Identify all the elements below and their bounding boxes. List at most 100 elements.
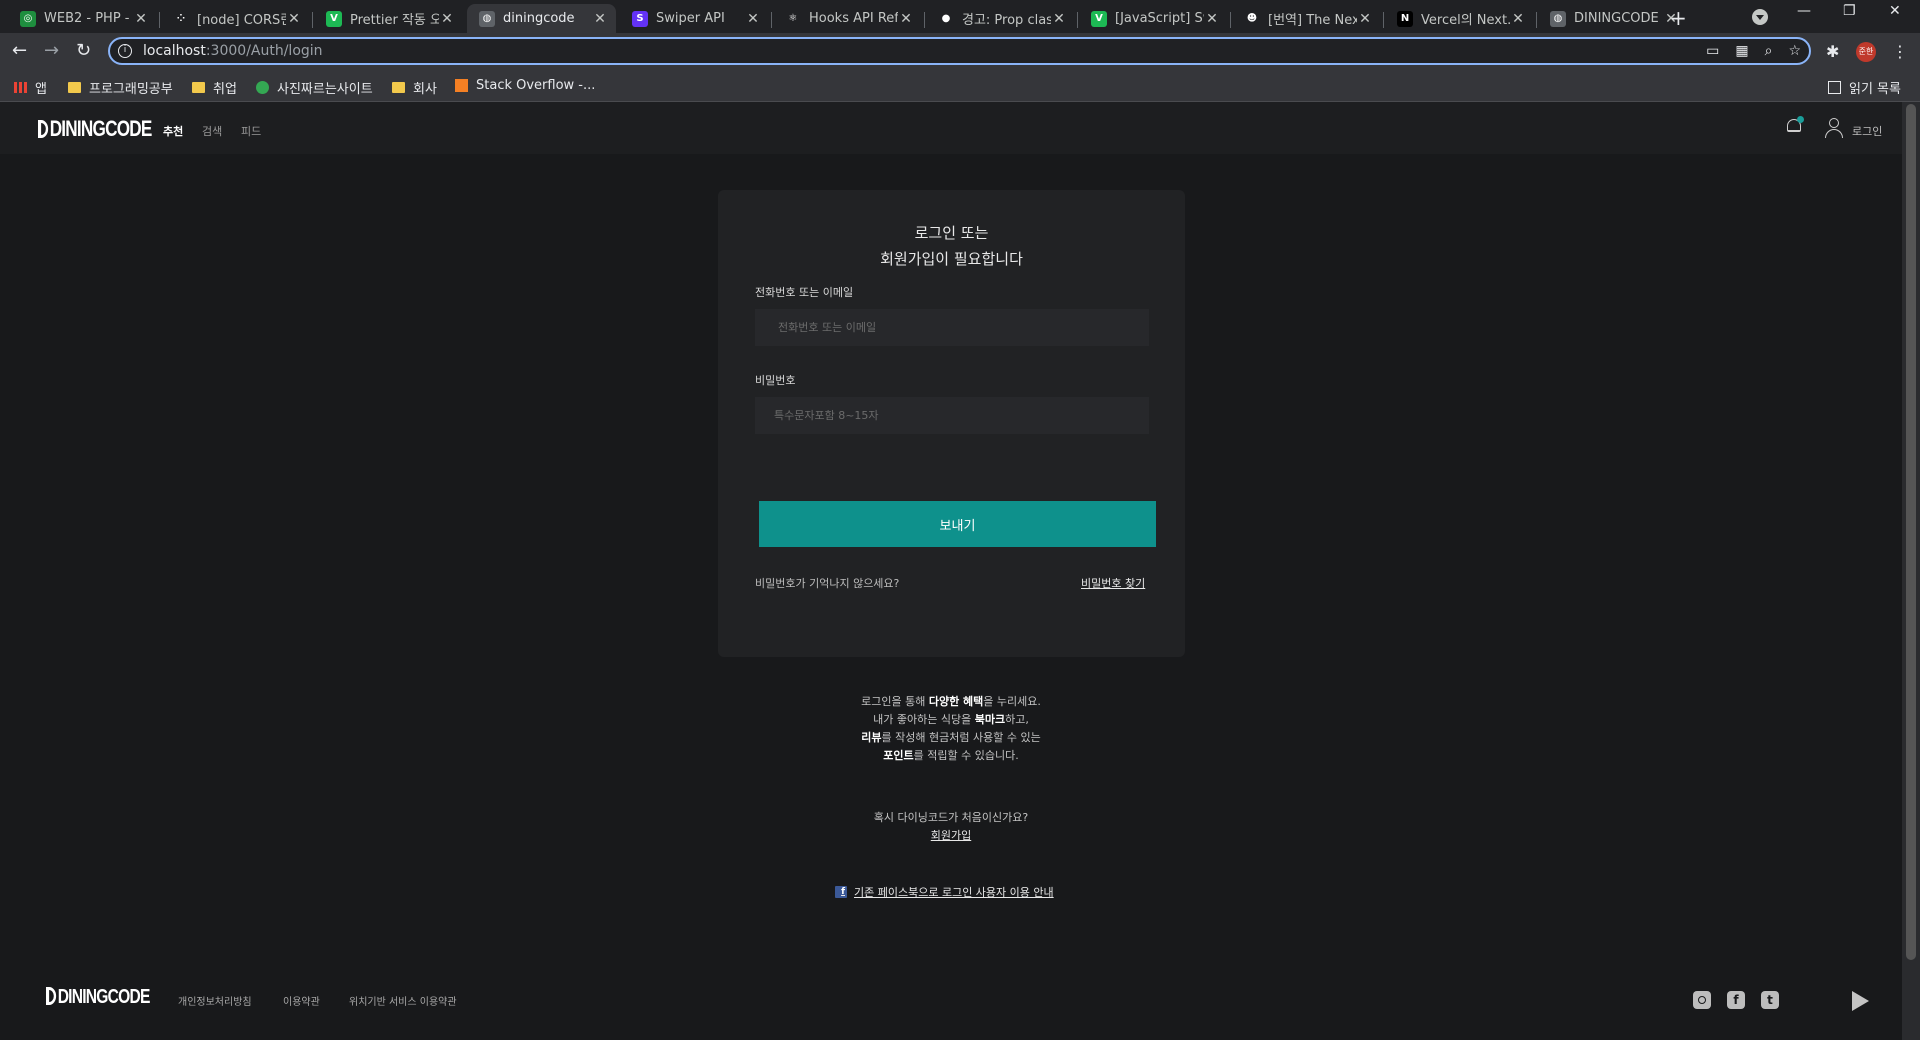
tab-close-icon[interactable]: ✕: [1051, 11, 1067, 27]
new-tab-button[interactable]: +: [1670, 6, 1687, 30]
tab-separator: [771, 12, 772, 28]
terms-link[interactable]: 이용약관: [283, 993, 320, 1008]
browser-tab[interactable]: V [JavaScript] Sw ✕: [1079, 4, 1228, 33]
location-terms-link[interactable]: 위치기반 서비스 이용약관: [349, 993, 457, 1008]
browser-tab[interactable]: ⚛ Hooks API Refe ✕: [773, 4, 922, 33]
privacy-policy-link[interactable]: 개인정보처리방침: [178, 993, 252, 1008]
browser-tab[interactable]: N Vercel의 Next.js✕: [1385, 4, 1534, 33]
bookmark-star-icon[interactable]: ☆: [1788, 43, 1801, 59]
bookmark-item[interactable]: 앱: [14, 78, 47, 97]
folder-icon: [392, 82, 405, 93]
tab-title: Hooks API Refe: [809, 11, 898, 26]
footer-logo[interactable]: DININGCODE: [46, 986, 150, 1009]
tab-favicon-icon: ⁘: [173, 10, 189, 27]
tab-close-icon[interactable]: ✕: [133, 11, 149, 27]
browser-tab[interactable]: ☻ [번역] The Next ✕: [1232, 4, 1381, 33]
first-visit-question: 혹시 다이닝코드가 처음이신가요?: [873, 811, 1029, 824]
password-input[interactable]: [755, 397, 1149, 434]
close-window-button[interactable]: ✕: [1889, 3, 1901, 19]
tab-favicon-icon: ◍: [1550, 10, 1566, 27]
nav-search[interactable]: 검색: [202, 123, 222, 139]
scrollbar-thumb[interactable]: [1906, 104, 1916, 960]
reading-list-button[interactable]: 읽기 목록: [1828, 78, 1901, 97]
nav-recommend[interactable]: 추천: [163, 123, 183, 139]
cast-icon[interactable]: ▭: [1706, 43, 1719, 59]
tab-close-icon[interactable]: ✕: [745, 11, 761, 27]
page-scrollbar[interactable]: [1902, 102, 1920, 1040]
bookmark-label: Stack Overflow -...: [476, 78, 596, 93]
bookmark-item[interactable]: 프로그래밍공부: [68, 78, 173, 97]
bookmark-item[interactable]: 취업: [192, 78, 237, 97]
browser-tab[interactable]: ● 경고: Prop class ✕: [926, 4, 1075, 33]
folder-icon: [68, 82, 81, 93]
tab-separator: [159, 12, 160, 28]
nav-feed[interactable]: 피드: [241, 123, 261, 139]
tab-title: Prettier 작동 오: [350, 13, 439, 28]
tab-title: 경고: Prop class: [962, 13, 1051, 28]
tab-close-icon[interactable]: ✕: [1204, 11, 1220, 27]
tab-close-icon[interactable]: ✕: [439, 11, 455, 27]
apps-icon: [14, 82, 27, 93]
facebook-icon[interactable]: f: [1727, 991, 1745, 1009]
bookmark-item[interactable]: Stack Overflow -...: [455, 78, 595, 93]
bookmark-label: 회사: [413, 82, 437, 97]
google-play-icon[interactable]: [1852, 991, 1869, 1011]
twitter-icon[interactable]: t: [1761, 991, 1779, 1009]
diningcode-logo[interactable]: DININGCODE: [38, 116, 152, 142]
zoom-icon[interactable]: ⌕: [1765, 43, 1773, 59]
tab-close-icon[interactable]: ✕: [898, 11, 914, 27]
site-header: DININGCODE 추천 검색 피드 로그인: [0, 102, 1902, 154]
page-viewport: DININGCODE 추천 검색 피드 로그인 로그인 또는 회원가입이 필요합…: [0, 102, 1902, 1040]
browser-tab[interactable]: ◎ WEB2 - PHP - Sc✕: [8, 4, 157, 33]
browser-tab[interactable]: S Swiper API ✕: [620, 4, 769, 33]
reload-button[interactable]: ↻: [76, 40, 91, 61]
chrome-icon: [256, 81, 269, 94]
bookmark-label: 사진짜르는사이트: [277, 82, 373, 97]
tab-close-icon[interactable]: ✕: [1357, 11, 1373, 27]
tab-favicon-icon: ⚛: [785, 10, 801, 27]
user-icon[interactable]: [1825, 118, 1843, 138]
login-card: 로그인 또는 회원가입이 필요합니다 전화번호 또는 이메일 비밀번호 보내기 …: [718, 190, 1185, 657]
tab-title: DININGCODE A: [1574, 11, 1663, 26]
bookmark-item[interactable]: 사진짜르는사이트: [256, 78, 373, 97]
instagram-icon[interactable]: [1693, 991, 1711, 1009]
browser-menu-icon[interactable]: ⋮: [1892, 42, 1908, 61]
browser-tab[interactable]: ◍ diningcode ✕: [467, 4, 616, 33]
find-password-link[interactable]: 비밀번호 찾기: [1081, 575, 1145, 591]
restore-button[interactable]: ❐: [1843, 3, 1856, 19]
url-text[interactable]: localhost:3000/Auth/login: [143, 43, 323, 59]
bookmark-item[interactable]: 회사: [392, 78, 437, 97]
forgot-password-text: 비밀번호가 기억나지 않으세요?: [755, 577, 900, 590]
forward-button[interactable]: →: [44, 40, 59, 61]
tab-favicon-icon: S: [632, 10, 648, 27]
tab-separator: [924, 12, 925, 28]
tab-title: [JavaScript] Sw: [1115, 11, 1204, 26]
site-info-icon[interactable]: i: [118, 44, 132, 58]
tab-close-icon[interactable]: ✕: [286, 11, 302, 27]
browser-tab[interactable]: V Prettier 작동 오 ✕: [314, 4, 463, 33]
facebook-notice-link[interactable]: f 기존 페이스북으로 로그인 사용자 이용 안내: [835, 884, 1054, 900]
extensions-icon[interactable]: ✱: [1826, 42, 1839, 61]
submit-button[interactable]: 보내기: [759, 501, 1156, 547]
tab-search-icon[interactable]: [1752, 9, 1768, 25]
qr-code-icon[interactable]: ▦: [1735, 43, 1748, 59]
tab-title: [node] CORS란?: [197, 13, 286, 28]
notification-bell-icon[interactable]: [1787, 116, 1804, 135]
tab-title: diningcode: [503, 11, 575, 26]
tab-close-icon[interactable]: ✕: [592, 11, 608, 27]
tab-separator: [312, 12, 313, 28]
tab-close-icon[interactable]: ✕: [1510, 11, 1526, 27]
tab-separator: [1077, 12, 1078, 28]
minimize-button[interactable]: —: [1797, 3, 1811, 19]
signup-link[interactable]: 회원가입: [0, 827, 1902, 843]
address-bar[interactable]: i localhost:3000/Auth/login ▭ ▦ ⌕ ☆: [108, 37, 1811, 65]
id-input[interactable]: [755, 309, 1149, 346]
header-login-link[interactable]: 로그인: [1852, 123, 1882, 139]
id-label: 전화번호 또는 이메일: [755, 286, 854, 299]
profile-avatar[interactable]: 준한: [1856, 42, 1876, 62]
tab-strip: ◎WEB2 - PHP - Sc✕⁘[node] CORS란?✕VPrettie…: [0, 0, 1920, 33]
browser-tab[interactable]: ⁘ [node] CORS란?✕: [161, 4, 310, 33]
tab-favicon-icon: ☻: [1244, 10, 1260, 27]
browser-tab[interactable]: ◍ DININGCODE A ✕: [1538, 4, 1687, 33]
back-button[interactable]: ←: [12, 40, 27, 61]
